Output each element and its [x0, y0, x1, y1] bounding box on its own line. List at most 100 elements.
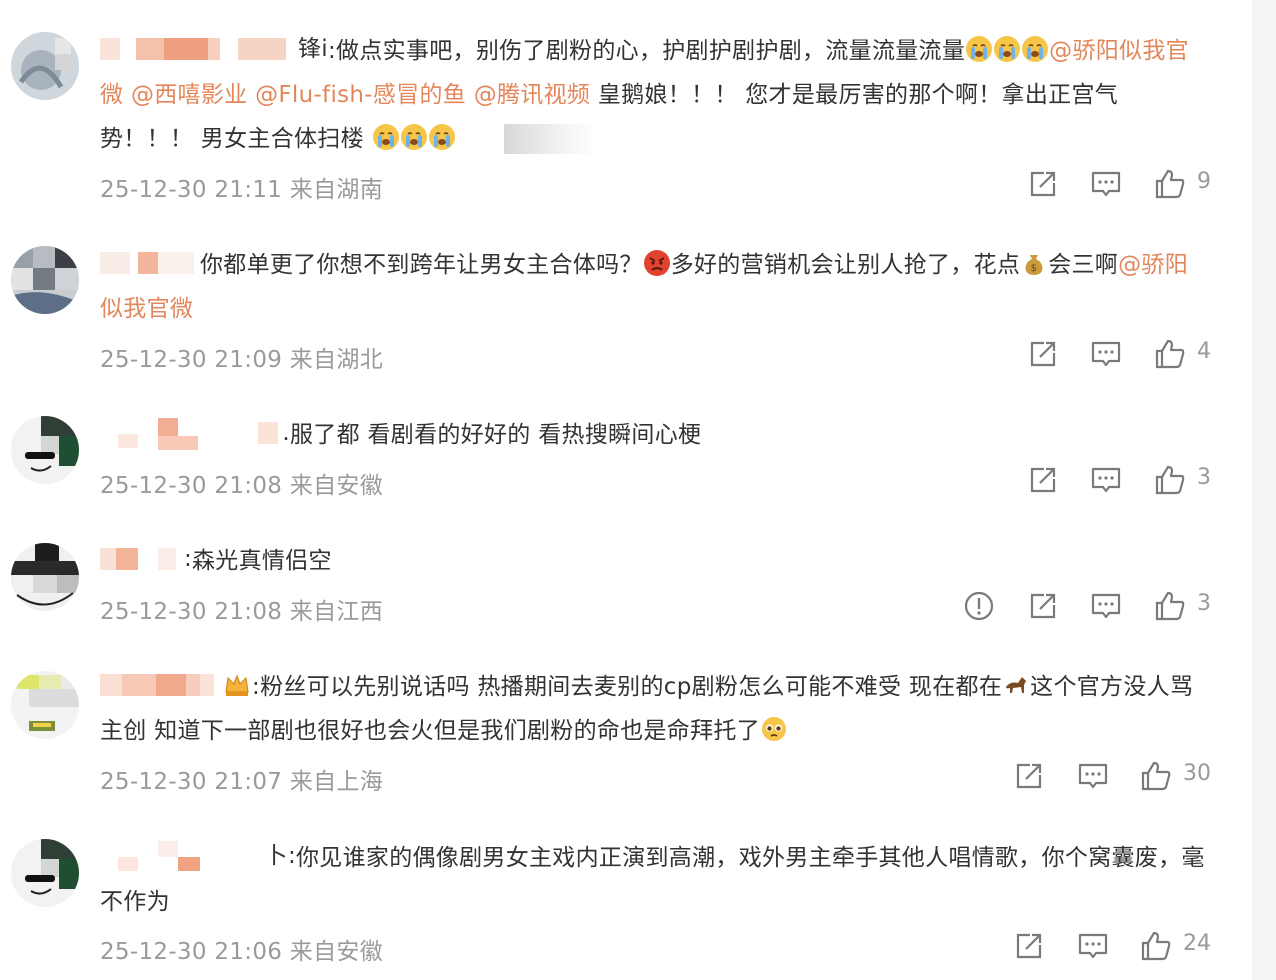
comment-actions: 30 [1012, 759, 1216, 793]
horse-emoji [1002, 671, 1030, 699]
like-button[interactable] [1153, 463, 1187, 497]
username-redacted[interactable]: 锋i [100, 34, 328, 64]
like-count: 24 [1183, 931, 1211, 956]
comment-icon [1091, 467, 1121, 493]
comment-actions: 24 [1012, 929, 1216, 963]
comment-button[interactable] [1076, 929, 1110, 963]
avatar[interactable] [11, 839, 79, 907]
comment-actions: 3 [1026, 463, 1216, 497]
like-icon [1141, 761, 1171, 791]
comment-item: :粉丝可以先别说话吗 热播期间去麦别的cp剧粉怎么可能不难受 现在都在 这个官方没… [0, 640, 1250, 812]
like-count: 30 [1183, 761, 1211, 786]
avatar[interactable] [11, 543, 79, 611]
comment-icon [1078, 763, 1108, 789]
comment-text: 你都单更了你想不到跨年让男女主合体吗？ 多好的营销机会让别人抢了，花点 $ 会三啊@骄… [100, 243, 1210, 331]
comment-icon [1091, 341, 1121, 367]
mention-link[interactable]: @腾讯视频 [474, 82, 591, 108]
username-tail: : [183, 546, 192, 572]
comment-button[interactable] [1089, 589, 1123, 623]
share-button[interactable] [1012, 929, 1046, 963]
comment-text: : 森光真情侣空 [100, 539, 1210, 583]
avatar[interactable] [11, 416, 79, 484]
comment-text: :粉丝可以先别说话吗 热播期间去麦别的cp剧粉怎么可能不难受 现在都在 这个官方没… [100, 665, 1210, 753]
crying-emoji [372, 123, 400, 151]
comment-text: 卜: 你见谁家的偶像剧男女主戏内正演到高潮，戏外男主牵手其他人唱情歌，你个窝囊废… [100, 836, 1210, 924]
comment-button[interactable] [1089, 463, 1123, 497]
comment-button[interactable] [1076, 759, 1110, 793]
crying-emoji [400, 123, 428, 151]
like-count: 3 [1197, 465, 1211, 490]
username-tail: . [282, 420, 290, 446]
pleading-emoji [760, 715, 788, 743]
username-tail: 卜: [264, 843, 296, 869]
avatar[interactable] [11, 671, 79, 739]
share-button[interactable] [1026, 463, 1060, 497]
share-icon [1016, 763, 1042, 789]
share-icon [1030, 341, 1056, 367]
like-count: 9 [1197, 169, 1211, 194]
like-icon [1155, 169, 1185, 199]
share-button[interactable] [1012, 759, 1046, 793]
comment-meta: 25-12-30 21:08 来自安徽 [100, 473, 384, 499]
crying-emoji [965, 35, 993, 63]
crown-badge-icon [222, 670, 252, 700]
crying-emoji [1021, 35, 1049, 63]
avatar[interactable] [11, 32, 79, 100]
comment-button[interactable] [1089, 337, 1123, 371]
username-redacted[interactable]: . [100, 418, 290, 450]
like-button[interactable] [1153, 167, 1187, 201]
comment-meta: 25-12-30 21:06 来自安徽 [100, 939, 384, 965]
comment-text: 锋i :做点实事吧，别伤了剧粉的心，护剧护剧护剧，流量流量流量 @骄阳似我官微 @… [100, 29, 1210, 161]
share-button[interactable] [1026, 337, 1060, 371]
like-icon [1155, 465, 1185, 495]
username-redacted[interactable]: : [100, 544, 192, 574]
username-redacted[interactable]: 卜: [100, 841, 296, 871]
comment-item: . 服了都 看剧看的好好的 看热搜瞬间心梗 25-12-30 21:08 来自安… [0, 385, 1250, 512]
comment-item: 锋i :做点实事吧，别伤了剧粉的心，护剧护剧护剧，流量流量流量 @骄阳似我官微 @… [0, 0, 1250, 215]
like-icon [1141, 931, 1171, 961]
scrollbar[interactable] [1252, 0, 1276, 980]
like-button[interactable] [1139, 929, 1173, 963]
comment-button[interactable] [1089, 167, 1123, 201]
username-tail: 锋i [298, 36, 328, 62]
comment-icon [1091, 593, 1121, 619]
share-button[interactable] [1026, 589, 1060, 623]
share-icon [1016, 933, 1042, 959]
like-count: 4 [1197, 339, 1211, 364]
avatar[interactable] [11, 246, 79, 314]
comment-actions: 9 [1026, 167, 1216, 201]
comment-actions: 4 [1026, 337, 1216, 371]
comment-meta: 25-12-30 21:08 来自江西 [100, 599, 384, 625]
comment-text: . 服了都 看剧看的好好的 看热搜瞬间心梗 [100, 413, 1210, 457]
text-blur-redaction [504, 124, 596, 154]
report-icon [964, 591, 994, 621]
crying-emoji [993, 35, 1021, 63]
like-count: 3 [1197, 591, 1211, 616]
share-button[interactable] [1026, 167, 1060, 201]
comment-meta: 25-12-30 21:07 来自上海 [100, 769, 384, 795]
angry-emoji [643, 249, 671, 277]
mention-link[interactable]: @西嘻影业 [131, 82, 248, 108]
like-icon [1155, 591, 1185, 621]
comment-icon [1078, 933, 1108, 959]
share-icon [1030, 467, 1056, 493]
comment-meta: 25-12-30 21:09 来自湖北 [100, 347, 384, 373]
username-redacted[interactable] [100, 670, 252, 700]
comment-icon [1091, 171, 1121, 197]
report-button[interactable] [962, 589, 996, 623]
share-icon [1030, 593, 1056, 619]
like-icon [1155, 339, 1185, 369]
comment-item: 卜: 你见谁家的偶像剧男女主戏内正演到高潮，戏外男主牵手其他人唱情歌，你个窝囊废… [0, 812, 1250, 980]
like-button[interactable] [1153, 589, 1187, 623]
comment-meta: 25-12-30 21:11 来自湖南 [100, 177, 384, 203]
mention-link[interactable]: @Flu-fish-感冒的鱼 [255, 82, 466, 108]
share-icon [1030, 171, 1056, 197]
comment-item: : 森光真情侣空 25-12-30 21:08 来自江西 3 [0, 512, 1250, 640]
comment-actions: 3 [962, 589, 1216, 623]
comment-item: 你都单更了你想不到跨年让男女主合体吗？ 多好的营销机会让别人抢了，花点 $ 会三啊@骄… [0, 215, 1250, 385]
money-bag-emoji: $ [1020, 249, 1048, 277]
like-button[interactable] [1153, 337, 1187, 371]
like-button[interactable] [1139, 759, 1173, 793]
username-redacted[interactable] [100, 248, 200, 278]
crying-emoji [428, 123, 456, 151]
